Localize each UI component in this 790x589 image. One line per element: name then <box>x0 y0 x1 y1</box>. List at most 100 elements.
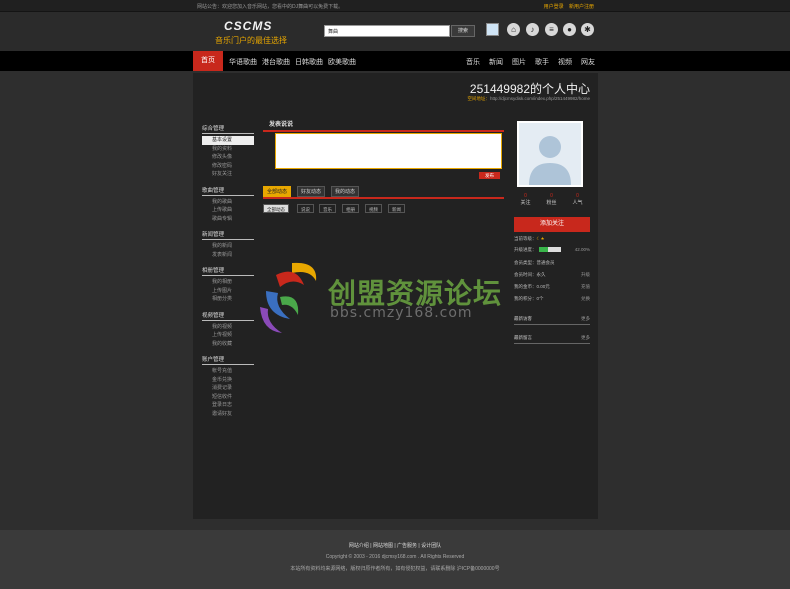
top-bar: 网站公告：欢迎您加入音乐网站，您看中的DJ舞曲可以免费下载。 用户登录 新用户注… <box>0 0 790 12</box>
nav-item-video[interactable]: 视频 <box>558 57 572 67</box>
sidebar-item[interactable]: 我的视频 <box>202 323 254 332</box>
search-button[interactable]: 搜索 <box>451 25 475 37</box>
sidebar-item[interactable]: 我的相册 <box>202 278 254 287</box>
tab-friends-feed[interactable]: 好友动态 <box>297 186 326 197</box>
search-input[interactable]: 舞曲 <box>324 25 450 37</box>
sidebar-section-title: 相册管理 <box>202 265 254 276</box>
filter-album[interactable]: 相册 <box>342 204 359 213</box>
post-status-title: 发表说说 <box>263 117 504 132</box>
sidebar-item[interactable]: 登录日志 <box>202 401 254 410</box>
progress-row: 升级进度： 42.00% <box>514 247 590 253</box>
tab-my-feed[interactable]: 我的动态 <box>331 186 360 197</box>
sidebar-item-basic-settings[interactable]: 基本设置 <box>202 136 254 145</box>
stat-fans-label: 粉丝 <box>546 200 557 206</box>
watermark-logo-icon <box>260 262 317 333</box>
sidebar: 综合管理 基本设置 我的资料 修改头像 修改密码 好友关注 歌曲管理 我的歌曲 … <box>202 123 254 418</box>
sidebar-item[interactable]: 金币兑换 <box>202 376 254 385</box>
nav-item-singers[interactable]: 歌手 <box>535 57 549 67</box>
nav-item-western[interactable]: 欧美歌曲 <box>328 57 356 67</box>
playlist-icon[interactable]: ≡ <box>545 23 558 36</box>
watermark: 创盟资源论坛 bbs.cmzy168.com <box>252 257 532 337</box>
tab-all-feed[interactable]: 全部动态 <box>263 186 292 197</box>
sidebar-item[interactable]: 我的收藏 <box>202 340 254 349</box>
progress-bar <box>538 247 561 253</box>
sidebar-item[interactable]: 帐号充值 <box>202 367 254 376</box>
sidebar-item[interactable]: 上传图片 <box>202 287 254 296</box>
qr-code-icon[interactable] <box>486 23 499 36</box>
nav-item-pics[interactable]: 图片 <box>512 57 526 67</box>
level-label: 当前等级： <box>514 236 537 241</box>
status-textarea[interactable] <box>275 133 502 169</box>
footer: 网站介绍 | 网站地图 | 广告服务 | 设计团队 Copyright © 20… <box>0 530 790 589</box>
filter-all[interactable]: 全部动态 <box>263 204 289 213</box>
site-logo[interactable]: CSCMS <box>224 19 272 33</box>
sidebar-item[interactable]: 消费记录 <box>202 384 254 393</box>
site-slogan: 音乐门户的最佳选择 <box>215 36 287 45</box>
music-icon[interactable]: ♪ <box>526 23 539 36</box>
login-link[interactable]: 用户登录 <box>544 4 564 10</box>
level-row: 当前等级：☾★ <box>514 236 590 242</box>
moon-star-icon: ☾★ <box>536 236 545 241</box>
watermark-url: bbs.cmzy168.com <box>330 305 473 321</box>
sidebar-item[interactable]: 修改头像 <box>202 153 254 162</box>
footer-links[interactable]: 网站介绍 | 网站地图 | 广告服务 | 设计团队 <box>0 542 790 549</box>
stat-popularity[interactable]: 0 人气 <box>565 193 590 206</box>
filter-video[interactable]: 视频 <box>365 204 382 213</box>
sidebar-item[interactable]: 好友关注 <box>202 170 254 179</box>
avatar[interactable] <box>517 121 583 187</box>
progress-label: 升级进度： <box>514 247 537 252</box>
space-url-value[interactable]: http://djcmsydisk.com/index.php/25144998… <box>490 96 590 101</box>
home-icon[interactable]: ⌂ <box>507 23 520 36</box>
sidebar-item[interactable]: 上传歌曲 <box>202 206 254 215</box>
recharge-link[interactable]: 充值 <box>581 284 590 290</box>
nav-item-home[interactable]: 首页 <box>193 51 223 71</box>
nav-item-music[interactable]: 音乐 <box>466 57 480 67</box>
publish-button[interactable]: 发布 <box>479 172 500 179</box>
filter-music[interactable]: 音乐 <box>319 204 336 213</box>
settings-icon[interactable]: ✱ <box>581 23 594 36</box>
main-nav: 首页 华语歌曲 港台歌曲 日韩歌曲 欧美歌曲 音乐 新闻 图片 歌手 视频 网友 <box>0 51 790 71</box>
stat-popularity-label: 人气 <box>572 200 583 206</box>
sidebar-item[interactable]: 歌曲专辑 <box>202 215 254 224</box>
recent-messages-more[interactable]: 更多 <box>581 335 590 341</box>
sidebar-section-title: 歌曲管理 <box>202 185 254 196</box>
sidebar-item[interactable]: 我的歌曲 <box>202 198 254 207</box>
sidebar-section-title: 视频管理 <box>202 310 254 321</box>
sidebar-item[interactable]: 短信收件 <box>202 393 254 402</box>
nav-item-chinese[interactable]: 华语歌曲 <box>229 57 257 67</box>
user-icon[interactable]: ● <box>563 23 576 36</box>
feed-tabs: 全部动态 好友动态 我的动态 <box>263 186 504 199</box>
stat-following[interactable]: 0 关注 <box>513 193 538 206</box>
sidebar-item[interactable]: 相册分类 <box>202 295 254 304</box>
upgrade-link[interactable]: 升级 <box>581 272 590 278</box>
nav-item-jpkr[interactable]: 日韩歌曲 <box>295 57 323 67</box>
register-link[interactable]: 新用户注册 <box>569 4 594 10</box>
space-url: 空间地址：http://djcmsydisk.com/index.php/251… <box>467 96 590 102</box>
filter-news[interactable]: 新闻 <box>388 204 405 213</box>
exchange-link[interactable]: 兑换 <box>581 296 590 302</box>
sidebar-section-title: 新闻管理 <box>202 229 254 240</box>
top-links: 用户登录 新用户注册 <box>540 3 594 10</box>
follow-button[interactable]: 添加关注 <box>514 217 590 232</box>
nav-item-news[interactable]: 新闻 <box>489 57 503 67</box>
nav-item-friends[interactable]: 网友 <box>581 57 595 67</box>
filter-status[interactable]: 说说 <box>297 204 314 213</box>
site-notice: 网站公告：欢迎您加入音乐网站，您看中的DJ舞曲可以免费下载。 <box>197 4 344 10</box>
sidebar-item[interactable]: 上传视频 <box>202 331 254 340</box>
sidebar-section-title: 账户管理 <box>202 354 254 365</box>
sidebar-section-title: 综合管理 <box>202 123 254 134</box>
footer-copyright: Copyright © 2003 - 2016 djcmsy168.com . … <box>325 554 465 560</box>
recent-visitors-more[interactable]: 更多 <box>581 316 590 322</box>
sidebar-item[interactable]: 我的资料 <box>202 145 254 154</box>
sidebar-item[interactable]: 修改密码 <box>202 162 254 171</box>
sidebar-item[interactable]: 邀请好友 <box>202 410 254 419</box>
stat-fans[interactable]: 0 粉丝 <box>539 193 564 206</box>
progress-text: 42.00% <box>574 247 590 252</box>
page-title: 251449982的个人中心 <box>469 82 590 96</box>
space-url-label: 空间地址： <box>467 96 490 101</box>
footer-disclaimer: 本站所有资料均来源网络，版权归原作者所有，如有侵犯权益，请联系删除 沪ICP备0… <box>290 566 500 572</box>
sidebar-item[interactable]: 我的新闻 <box>202 242 254 251</box>
header: CSCMS 音乐门户的最佳选择 舞曲 搜索 ⌂ ♪ ≡ ● ✱ <box>0 12 790 51</box>
nav-item-hktw[interactable]: 港台歌曲 <box>262 57 290 67</box>
sidebar-item[interactable]: 发表新闻 <box>202 251 254 260</box>
